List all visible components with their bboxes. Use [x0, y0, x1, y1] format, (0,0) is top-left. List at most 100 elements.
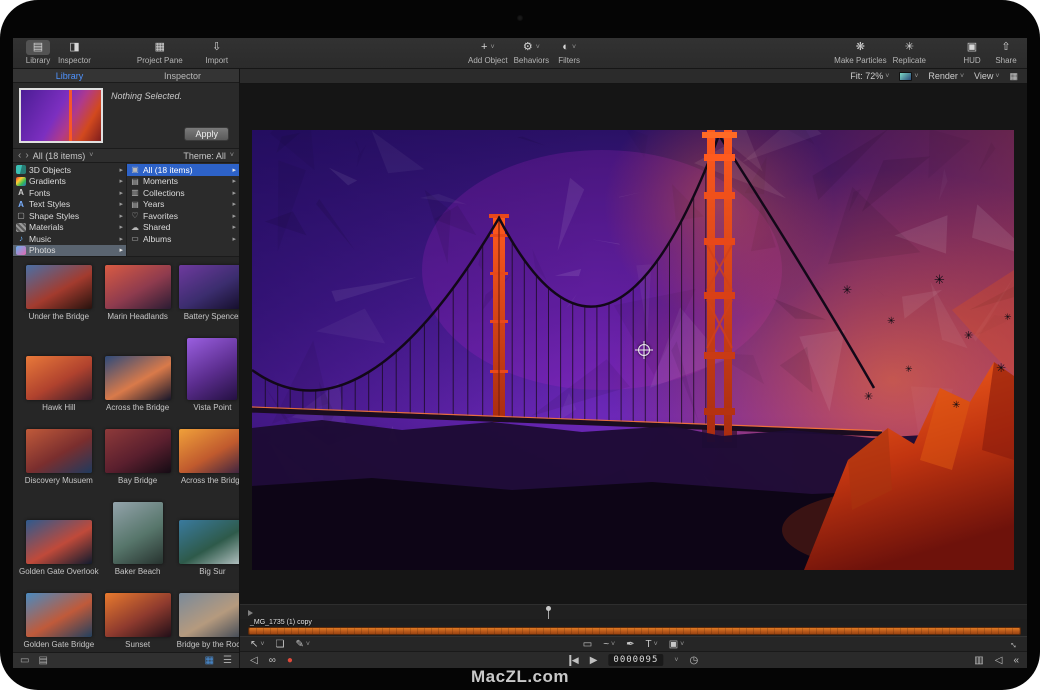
collapse-chevrons-icon[interactable]: « — [1013, 655, 1019, 666]
category-gradients[interactable]: Gradients ▸ — [13, 176, 126, 188]
photo-thumbnail[interactable] — [113, 502, 163, 564]
share-button[interactable]: ⇧ Share — [989, 40, 1023, 65]
tab-library[interactable]: Library — [13, 69, 126, 82]
collection-favorites[interactable]: ♡ Favorites ▸ — [127, 210, 239, 222]
brush-tool[interactable]: ✎˅ — [295, 639, 309, 650]
timecode-clock-icon[interactable]: ◷ — [689, 655, 698, 666]
collection-moments[interactable]: ▤ Moments ▸ — [127, 176, 239, 188]
loop-icon[interactable]: ∞ — [269, 655, 276, 666]
photo-item[interactable]: Golden Gate Bridge — [19, 593, 99, 649]
photo-thumbnail[interactable] — [105, 429, 171, 473]
photo-thumbnail[interactable] — [26, 520, 92, 564]
make-particles-button[interactable]: ❋ Make Particles — [831, 40, 889, 65]
select-tool[interactable]: ↖˅ — [250, 639, 264, 650]
category-3d-objects[interactable]: 3D Objects ▸ — [13, 164, 126, 176]
film-icon[interactable]: ▥ — [974, 655, 983, 666]
disclosure-icon: ▸ — [119, 212, 123, 220]
frame-counter[interactable]: 0000095 — [608, 654, 663, 666]
record-icon[interactable]: ● — [287, 655, 293, 666]
collection-albums[interactable]: ▭ Albums ▸ — [127, 233, 239, 245]
playhead-head[interactable] — [546, 606, 551, 611]
photo-item[interactable]: Marin Headlands — [105, 265, 171, 321]
photo-item[interactable]: Big Sur — [177, 502, 239, 576]
add-object-button[interactable]: +˅ Add Object — [465, 40, 511, 65]
grid-view-icon[interactable]: ▦ — [205, 655, 214, 666]
apply-button[interactable]: Apply — [184, 127, 229, 141]
replicate-button[interactable]: ✳ Replicate — [890, 40, 929, 65]
import-button[interactable]: ⇩ Import — [200, 40, 234, 65]
previous-frame-button[interactable]: ◀ — [569, 655, 579, 666]
render-dropdown[interactable]: Render ˅ — [928, 71, 964, 81]
photo-item[interactable]: Bay Bridge — [105, 429, 171, 485]
photo-thumbnail[interactable] — [187, 338, 237, 400]
tab-inspector[interactable]: Inspector — [126, 69, 239, 82]
photo-item[interactable]: Sunset — [105, 593, 171, 649]
collection-years[interactable]: ▤ Years ▸ — [127, 199, 239, 211]
category-text-styles[interactable]: A Text Styles ▸ — [13, 199, 126, 211]
crop-tool[interactable]: ❏ — [275, 639, 284, 650]
timeline-ruler[interactable] — [240, 604, 1027, 619]
collection-shared[interactable]: ☁ Shared ▸ — [127, 222, 239, 234]
project-artwork[interactable]: ✳ ✳ ✳ ✳ ✳ ✳ ✳ ✳ ✳ — [252, 130, 1014, 570]
category-materials[interactable]: Materials ▸ — [13, 222, 126, 234]
forward-icon[interactable]: › — [25, 151, 28, 161]
behaviors-button[interactable]: ⚙˅ Behaviors — [511, 40, 553, 65]
category-fonts[interactable]: A Fonts ▸ — [13, 187, 126, 199]
color-well[interactable]: ˅ — [899, 72, 918, 81]
new-folder-icon[interactable]: ▭ — [20, 655, 29, 666]
photo-item[interactable]: Hawk Hill — [19, 338, 99, 412]
photo-item[interactable]: Across the Bridge — [177, 429, 239, 485]
photo-thumbnail[interactable] — [26, 593, 92, 637]
list-view-icon[interactable]: ☰ — [223, 655, 232, 666]
pen-tool[interactable]: ✒ — [626, 639, 634, 650]
photo-item[interactable]: Golden Gate Overlook — [19, 502, 99, 576]
category-photos[interactable]: Photos ▸ — [13, 245, 126, 257]
photo-thumbnail[interactable] — [26, 429, 92, 473]
layers-icon[interactable]: ▤ — [38, 655, 47, 666]
library-button[interactable]: ▤ Library — [21, 40, 55, 65]
inspector-button[interactable]: ◨ Inspector — [55, 40, 94, 65]
speaker-icon[interactable]: ◁ — [995, 655, 1003, 666]
photo-thumbnail[interactable] — [105, 593, 171, 637]
anchor-point-handle[interactable] — [638, 344, 650, 356]
back-icon[interactable]: ‹ — [18, 151, 21, 161]
text-tool[interactable]: T˅ — [646, 639, 658, 650]
play-button[interactable]: ▶ — [590, 655, 598, 666]
collection-all-items[interactable]: ▣ All (18 items) ▸ — [127, 164, 239, 176]
photo-thumbnail[interactable] — [179, 593, 239, 637]
theme-dropdown[interactable]: Theme: All — [183, 151, 226, 161]
photo-thumbnail[interactable] — [179, 265, 239, 309]
collection-collections[interactable]: ▥ Collections ▸ — [127, 187, 239, 199]
photo-thumbnail[interactable] — [179, 429, 239, 473]
photo-item[interactable]: Discovery Musuem — [19, 429, 99, 485]
view-dropdown[interactable]: View ˅ — [974, 71, 999, 81]
photo-thumbnail[interactable] — [26, 265, 92, 309]
audio-mute-icon[interactable]: ◁ — [250, 655, 258, 666]
filters-button[interactable]: ◐˅ Filters — [552, 40, 586, 65]
playhead[interactable] — [548, 606, 549, 619]
hud-button[interactable]: ▣ HUD — [955, 40, 989, 65]
rectangle-tool[interactable]: ▭ — [583, 639, 592, 650]
layout-grid-icon[interactable]: ▦ — [1009, 71, 1018, 82]
photo-item[interactable]: Under the Bridge — [19, 265, 99, 321]
fit-dropdown[interactable]: Fit: 72% ˅ — [850, 71, 889, 81]
track-clip-bar[interactable] — [248, 627, 1021, 635]
project-pane-icon-glyph: ▦ — [155, 40, 165, 55]
canvas-viewport[interactable]: ✳ ✳ ✳ ✳ ✳ ✳ ✳ ✳ ✳ — [240, 84, 1027, 604]
photo-item[interactable]: Battery Spencer — [177, 265, 239, 321]
category-music[interactable]: ♪ Music ▸ — [13, 233, 126, 245]
curve-tool[interactable]: ~˅ — [603, 639, 615, 650]
photo-thumbnail[interactable] — [26, 356, 92, 400]
photo-item[interactable]: Across the Bridge — [105, 338, 171, 412]
photo-thumbnail[interactable] — [105, 356, 171, 400]
photo-item[interactable]: Vista Point — [177, 338, 239, 412]
photo-item[interactable]: Baker Beach — [105, 502, 171, 576]
photo-thumbnail[interactable] — [105, 265, 171, 309]
project-pane-button[interactable]: ▦ Project Pane — [134, 40, 186, 65]
resize-timeline-icon[interactable]: ↔ — [1007, 637, 1022, 652]
photo-item[interactable]: Bridge by the Rocks — [177, 593, 239, 649]
scope-dropdown[interactable]: All (18 items) — [33, 151, 86, 161]
photo-thumbnail[interactable] — [179, 520, 239, 564]
image-tool[interactable]: ▣˅ — [669, 639, 685, 650]
category-shape-styles[interactable]: ▢ Shape Styles ▸ — [13, 210, 126, 222]
